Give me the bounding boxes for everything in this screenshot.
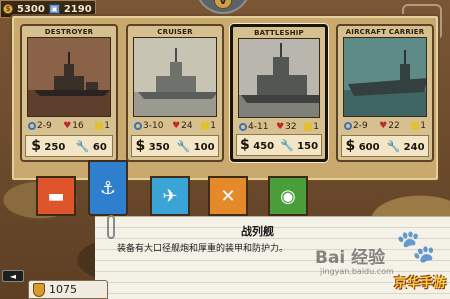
- parts-cost: 100: [193, 141, 215, 153]
- unit-title: 战列舰: [241, 225, 274, 238]
- wrench-icon: 🔧: [176, 139, 191, 153]
- ship-cost: $ 250 🔧 60: [25, 135, 113, 157]
- parts-icon: ▣: [48, 4, 60, 14]
- ship-stats: 4-11 ♥ 32 1: [237, 120, 321, 133]
- ship-name: AIRCRAFT CARRIER: [345, 28, 425, 36]
- gun-range-icon: [239, 122, 247, 131]
- gun-range: 2-9: [353, 120, 368, 131]
- ship-cost: $ 350 🔧 100: [131, 135, 219, 157]
- ship-card-aircraft-carrier[interactable]: AIRCRAFT CARRIER 2-9 ♥ 22 1 $ 600 🔧 240: [336, 24, 434, 162]
- ship-card-cruiser[interactable]: CRUISER 3-10 ♥ 24 1 $ 350 🔧 100: [126, 24, 224, 162]
- watermark-url: jingyan.baidu.com: [320, 267, 394, 276]
- destroyer-image: [27, 37, 111, 117]
- heart-icon: ♥: [276, 121, 285, 132]
- medal-icon: [33, 282, 45, 297]
- gun-range: 3-10: [143, 120, 164, 131]
- cruiser-image: [133, 37, 217, 117]
- gun-range-icon: [28, 121, 36, 130]
- speed-value: 1: [420, 120, 426, 131]
- wrench-icon: 🔧: [386, 139, 401, 153]
- gun-range: 2-9: [37, 120, 52, 131]
- money-cost: 450: [253, 141, 275, 152]
- gun-range: 4-11: [248, 121, 269, 132]
- speed-value: 1: [104, 120, 110, 131]
- tab-air[interactable]: ✈: [150, 176, 190, 216]
- parts-cost: 240: [403, 141, 425, 153]
- money-cost: 250: [44, 142, 66, 153]
- ship-stats: 3-10 ♥ 24 1: [132, 119, 218, 132]
- hp-value: 16: [72, 120, 84, 131]
- paw-icon: 🐾: [396, 227, 436, 265]
- tank-icon: ▬: [47, 185, 65, 207]
- speed-icon: [304, 122, 313, 131]
- aircraft-carrier-image: [343, 37, 427, 117]
- ship-card-destroyer[interactable]: DESTROYER 2-9 ♥ 16 1 $ 250 🔧 60: [20, 24, 118, 162]
- dollar-icon: $: [135, 138, 146, 154]
- hp-value: 24: [181, 120, 193, 131]
- hp-value: 32: [285, 121, 297, 132]
- ship-name: BATTLESHIP: [254, 29, 304, 37]
- heart-icon: ♥: [63, 120, 72, 131]
- tab-tech[interactable]: ✕: [208, 176, 248, 216]
- unit-description: 装备有大口径舰炮和厚重的装甲和防护力。: [117, 244, 289, 254]
- tab-special[interactable]: ◉: [268, 176, 308, 216]
- speed-icon: [95, 121, 104, 130]
- money-value: 5300: [17, 3, 45, 15]
- speed-value: 1: [210, 120, 216, 131]
- game-brand-watermark: 京华手游: [393, 276, 446, 291]
- grenade-icon: ◉: [280, 185, 296, 207]
- speed-value: 1: [313, 121, 319, 132]
- ship-stats: 2-9 ♥ 16 1: [26, 119, 112, 132]
- battleship-image: [238, 38, 320, 118]
- ship-cost: $ 600 🔧 240: [341, 135, 429, 157]
- dollar-icon: $: [31, 138, 41, 154]
- ship-cost: $ 450 🔧 150: [236, 134, 322, 156]
- speed-icon: [201, 121, 210, 130]
- ship-name: CRUISER: [157, 28, 193, 36]
- wrench-icon: ✕: [220, 185, 236, 207]
- anchor-icon: ⚓: [99, 177, 117, 199]
- medal-value: 1075: [49, 283, 77, 296]
- heart-icon: ♥: [172, 120, 181, 131]
- medal-counter: 1075: [28, 280, 108, 299]
- heart-icon: ♥: [379, 120, 388, 131]
- ship-name: DESTROYER: [44, 28, 94, 36]
- money-cost: 350: [148, 142, 170, 153]
- money-cost: 600: [358, 142, 380, 153]
- gun-range-icon: [344, 121, 352, 130]
- paperclip-icon: [107, 215, 115, 239]
- tab-navy[interactable]: ⚓: [88, 160, 128, 216]
- wrench-icon: 🔧: [75, 139, 90, 153]
- dollar-icon: $: [345, 138, 356, 154]
- gun-range-icon: [134, 121, 142, 130]
- ship-stats: 2-9 ♥ 22 1: [342, 119, 428, 132]
- parts-value: 2190: [63, 3, 92, 15]
- rank-icon: V: [214, 0, 232, 9]
- tab-tank[interactable]: ▬: [36, 176, 76, 216]
- wrench-icon: 🔧: [279, 138, 294, 152]
- parts-cost: 150: [297, 140, 319, 152]
- money-icon: $: [3, 4, 13, 14]
- watermark-brand: Bai 经验: [315, 248, 386, 268]
- plane-icon: ✈: [162, 185, 178, 207]
- ship-card-battleship[interactable]: BATTLESHIP 4-11 ♥ 32 1 $ 450 🔧 150: [230, 24, 328, 162]
- parts-cost: 60: [92, 141, 107, 153]
- speed-icon: [411, 121, 420, 130]
- dollar-icon: $: [239, 137, 250, 153]
- back-button[interactable]: ◄: [2, 270, 24, 282]
- hp-value: 22: [388, 120, 400, 131]
